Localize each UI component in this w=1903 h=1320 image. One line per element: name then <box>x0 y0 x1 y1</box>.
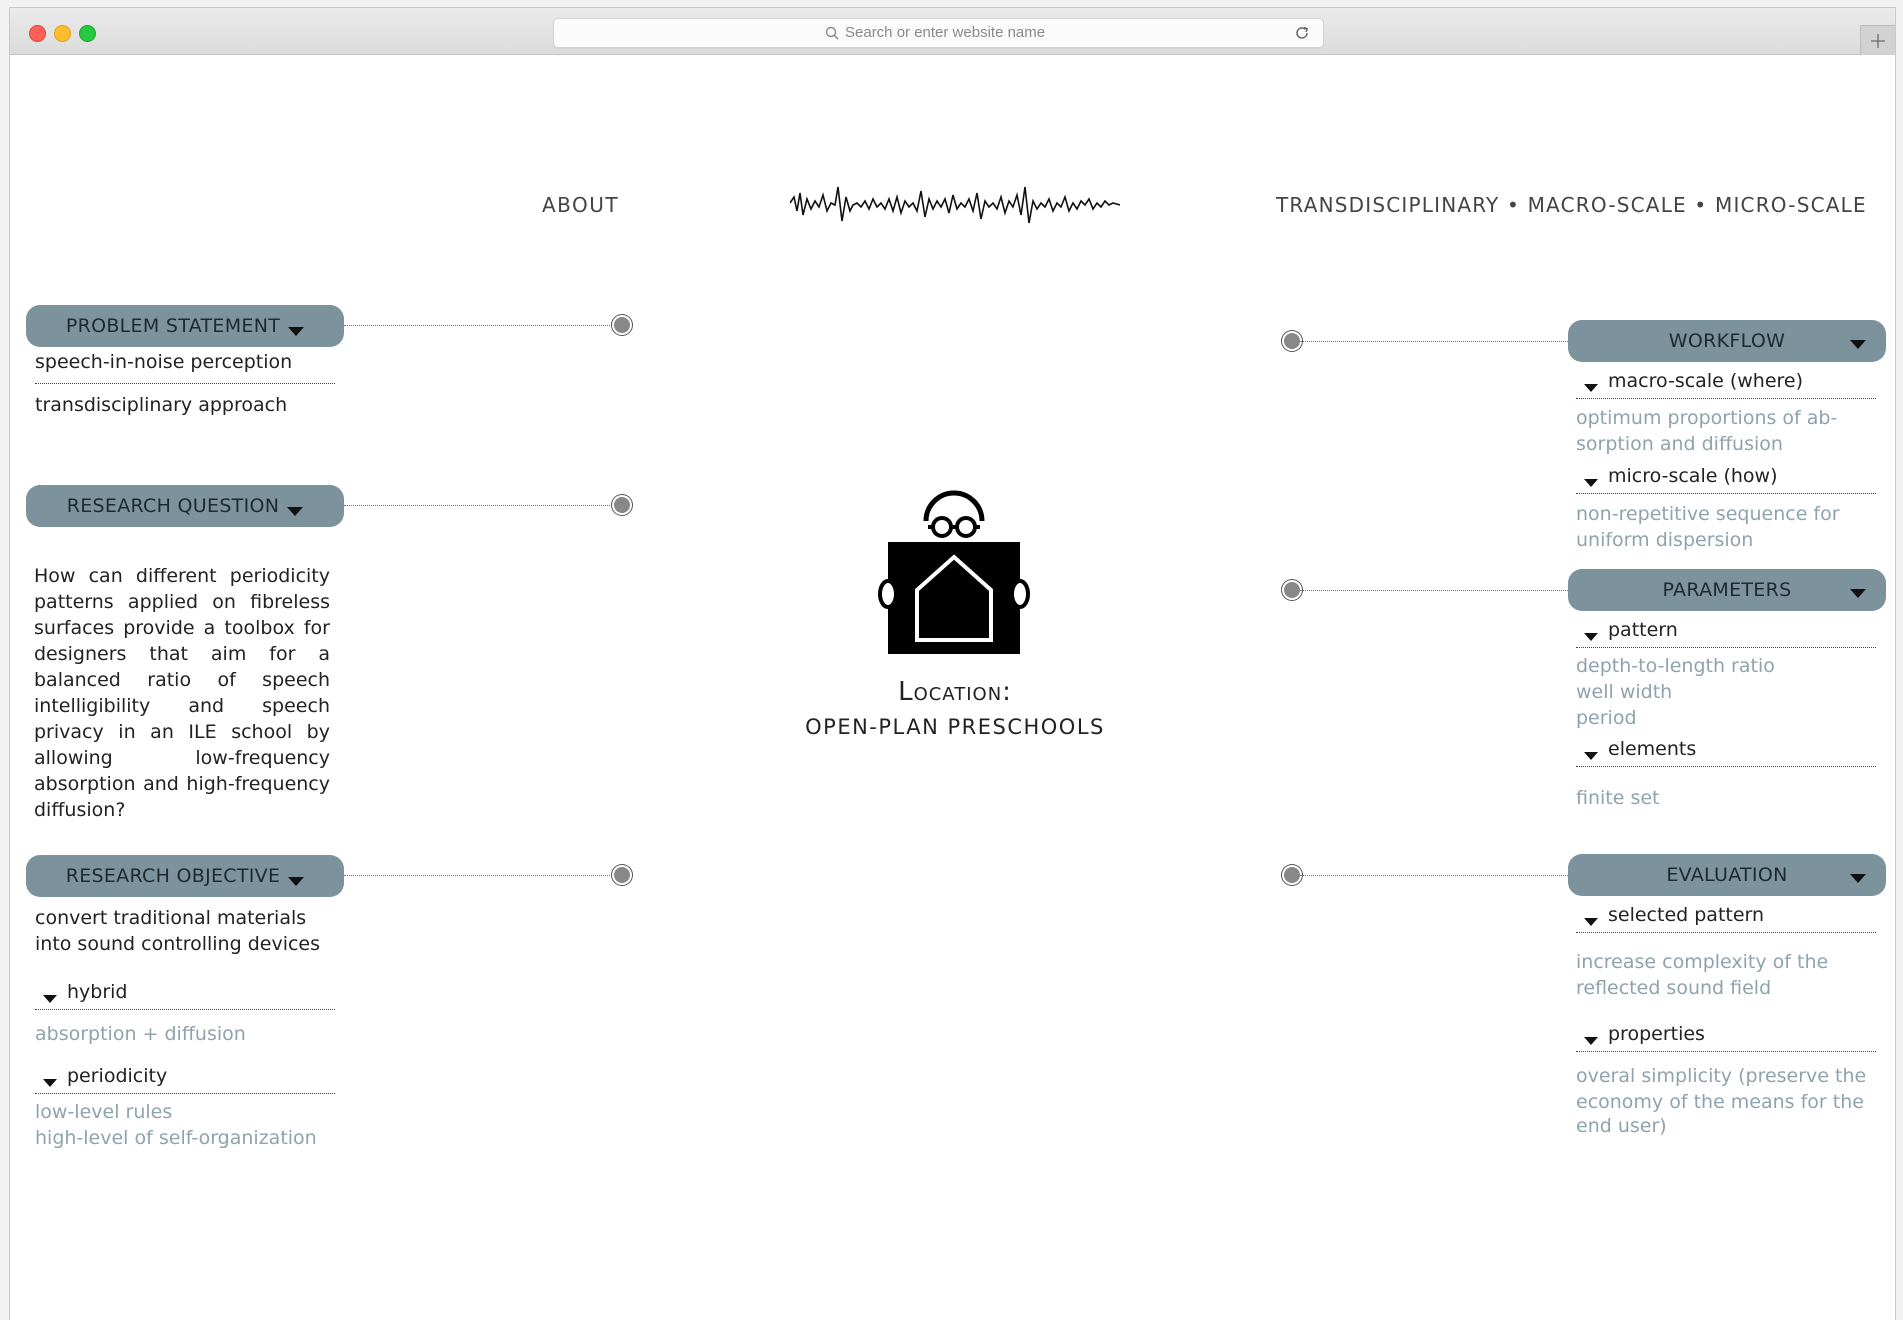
workflow-header[interactable]: WORKFLOW <box>1568 320 1886 362</box>
macro-detail-2: sorption and diffusion <box>1576 433 1783 455</box>
connector-line <box>1300 590 1568 591</box>
hybrid-detail: absorption + diffusion <box>35 1023 246 1045</box>
minimize-window-button[interactable] <box>54 25 71 42</box>
connector-line <box>1300 875 1568 876</box>
caret-down-icon <box>1850 589 1866 598</box>
pattern-label: pattern <box>1608 619 1678 641</box>
research-objective-header[interactable]: RESEARCH OBJECTIVE <box>26 855 344 897</box>
evaluation-header[interactable]: EVALUATION <box>1568 854 1886 896</box>
caret-down-icon <box>1584 752 1598 760</box>
child-holding-house-icon <box>878 490 1030 654</box>
address-bar[interactable]: Search or enter website name <box>553 18 1324 48</box>
selected-detail-1: increase complexity of the <box>1576 951 1829 973</box>
research-question-text: How can different periodicity patterns a… <box>34 565 330 821</box>
pattern-detail-2: well width <box>1576 681 1673 703</box>
connector-node[interactable] <box>1284 333 1300 349</box>
close-window-button[interactable] <box>29 25 46 42</box>
parameters-title: PARAMETERS <box>1662 579 1792 601</box>
caret-down-icon <box>287 507 304 516</box>
macro-scale-label: macro-scale (where) <box>1608 370 1804 392</box>
problem-item-2: transdisciplinary approach <box>35 394 288 416</box>
caret-down-icon <box>43 1079 57 1087</box>
hybrid-label: hybrid <box>67 981 128 1003</box>
search-icon <box>825 26 839 40</box>
connector-node[interactable] <box>614 867 630 883</box>
hybrid-toggle[interactable]: hybrid <box>35 981 335 1010</box>
properties-detail-1: overal simplicity (preserve the <box>1576 1065 1867 1087</box>
pattern-toggle[interactable]: pattern <box>1576 619 1876 648</box>
caret-down-icon <box>1850 340 1866 349</box>
elements-label: elements <box>1608 738 1697 760</box>
new-tab-button[interactable] <box>1860 25 1895 55</box>
waveform-logo[interactable] <box>790 181 1120 233</box>
properties-label: properties <box>1608 1023 1705 1045</box>
periodicity-label: periodicity <box>67 1065 168 1087</box>
connector-line <box>344 875 616 876</box>
connector-line <box>344 325 616 326</box>
evaluation-title: EVALUATION <box>1666 864 1788 886</box>
properties-toggle[interactable]: properties <box>1576 1023 1876 1052</box>
elements-toggle[interactable]: elements <box>1576 738 1876 767</box>
periodicity-detail-2: high-level of self-organization <box>35 1127 317 1149</box>
browser-titlebar: Search or enter website name <box>10 8 1895 55</box>
caret-down-icon <box>288 877 305 886</box>
plus-icon <box>1871 34 1885 48</box>
elements-detail: finite set <box>1576 787 1660 809</box>
reload-icon[interactable] <box>1294 25 1310 41</box>
selected-pattern-toggle[interactable]: selected pattern <box>1576 904 1876 933</box>
micro-detail-1: non-repetitive sequence for <box>1576 503 1840 525</box>
properties-detail-3: end user) <box>1576 1115 1667 1137</box>
research-objective-title: RESEARCH OBJECTIVE <box>65 865 281 887</box>
address-placeholder: Search or enter website name <box>845 24 1046 41</box>
caret-down-icon <box>1584 1037 1598 1045</box>
objective-lead-line-1: convert traditional materials <box>35 907 307 929</box>
location-label: Location: <box>898 677 1012 707</box>
connector-line <box>344 505 616 506</box>
micro-scale-label: micro-scale (how) <box>1608 465 1778 487</box>
workflow-title: WORKFLOW <box>1668 330 1786 352</box>
pattern-detail-1: depth-to-length ratio <box>1576 655 1775 677</box>
caret-down-icon <box>43 995 57 1003</box>
caret-down-icon <box>1584 384 1598 392</box>
connector-node[interactable] <box>614 497 630 513</box>
connector-node[interactable] <box>614 317 630 333</box>
selected-pattern-label: selected pattern <box>1608 904 1765 926</box>
connector-line <box>1300 341 1568 342</box>
micro-detail-2: uniform dispersion <box>1576 529 1754 551</box>
macro-detail-1: optimum proportions of ab- <box>1576 407 1838 429</box>
parameters-header[interactable]: PARAMETERS <box>1568 569 1886 611</box>
selected-detail-2: reflected sound field <box>1576 977 1772 999</box>
caret-down-icon <box>1584 918 1598 926</box>
research-question-header[interactable]: RESEARCH QUESTION <box>26 485 344 527</box>
properties-detail-2: economy of the means for the <box>1576 1091 1864 1113</box>
nav-about-link[interactable]: ABOUT <box>542 193 619 217</box>
problem-statement-title: PROBLEM STATEMENT <box>65 315 281 337</box>
browser-window: Search or enter website name ABOUT TRANS… <box>9 7 1896 1320</box>
objective-lead-line-2: into sound controlling devices <box>35 933 321 955</box>
research-question-title: RESEARCH QUESTION <box>66 495 280 517</box>
periodicity-toggle[interactable]: periodicity <box>35 1065 335 1094</box>
location-value: OPEN-PLAN PRESCHOOLS <box>805 715 1105 739</box>
caret-down-icon <box>1584 479 1598 487</box>
macro-scale-toggle[interactable]: macro-scale (where) <box>1576 370 1876 399</box>
caret-down-icon <box>1850 874 1866 883</box>
caret-down-icon <box>288 327 305 336</box>
problem-item-1: speech-in-noise perception <box>35 351 293 373</box>
connector-node[interactable] <box>1284 867 1300 883</box>
periodicity-detail-1: low-level rules <box>35 1101 173 1123</box>
pattern-detail-3: period <box>1576 707 1637 729</box>
maximize-window-button[interactable] <box>79 25 96 42</box>
divider <box>35 383 335 384</box>
connector-node[interactable] <box>1284 582 1300 598</box>
caret-down-icon <box>1584 633 1598 641</box>
micro-scale-toggle[interactable]: micro-scale (how) <box>1576 465 1876 494</box>
problem-statement-header[interactable]: PROBLEM STATEMENT <box>26 305 344 347</box>
nav-scale-links[interactable]: TRANSDISCIPLINARY • MACRO-SCALE • MICRO-… <box>1276 193 1867 217</box>
page-content: ABOUT TRANSDISCIPLINARY • MACRO-SCALE • … <box>10 55 1895 1320</box>
